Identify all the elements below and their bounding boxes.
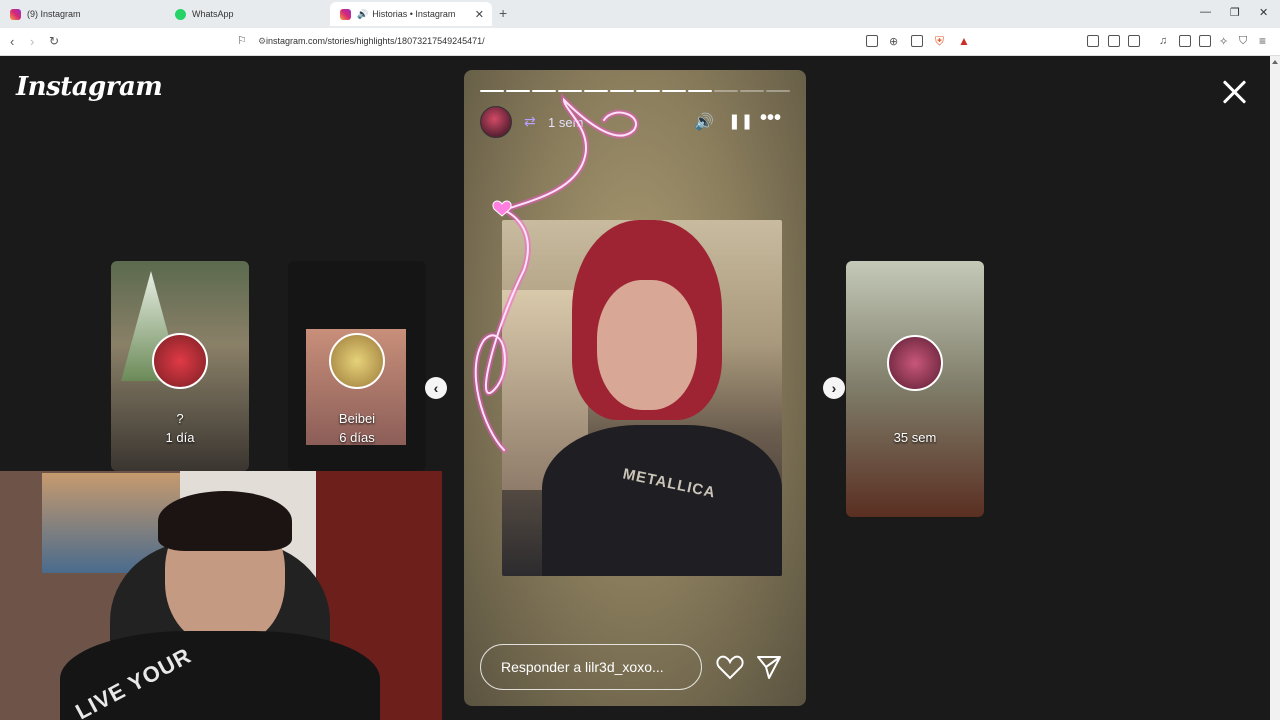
- screenshot-icon[interactable]: [866, 35, 878, 47]
- previous-story-button[interactable]: ‹: [425, 377, 447, 399]
- story-preview-card[interactable]: 35 sem: [846, 261, 984, 517]
- story-avatar: [329, 333, 385, 389]
- story-preview-card[interactable]: ? 1 día: [111, 261, 249, 471]
- extension-icon[interactable]: [1087, 35, 1099, 47]
- leo-ai-icon[interactable]: ✧: [1219, 35, 1228, 48]
- story-avatar: [887, 335, 943, 391]
- like-heart-icon[interactable]: [716, 654, 744, 680]
- brave-rewards-icon[interactable]: ▲: [958, 34, 970, 48]
- back-icon[interactable]: ‹: [10, 34, 14, 49]
- story-time: 1 día: [165, 430, 195, 445]
- story-preview-card[interactable]: Beibei 6 días: [288, 261, 426, 471]
- instagram-favicon-icon: [10, 8, 21, 20]
- close-tab-icon[interactable]: ✕: [475, 8, 484, 21]
- puzzle-icon[interactable]: [1108, 35, 1120, 47]
- instagram-logo[interactable]: Instagram: [16, 72, 163, 102]
- story-time: 35 sem: [893, 430, 937, 445]
- story-title: ?: [176, 411, 184, 426]
- tab-title: Historias • Instagram: [372, 9, 456, 19]
- speaker-icon[interactable]: 🔊: [357, 9, 368, 20]
- webcam-overlay: LIVE YOUR: [0, 471, 442, 720]
- neon-doodle-icon: [472, 92, 639, 453]
- story-viewer[interactable]: ⇄ 1 sem 🔊 ❚❚ ••• METALLICA Responder a l…: [464, 70, 806, 706]
- share-icon[interactable]: [911, 35, 923, 47]
- reload-icon[interactable]: ↻: [49, 34, 59, 48]
- music-icon[interactable]: ♫: [1159, 35, 1167, 47]
- sidebar-icon[interactable]: [1179, 35, 1191, 47]
- tab-whatsapp[interactable]: WhatsApp: [165, 2, 330, 26]
- tab-historias[interactable]: 🔊 Historias • Instagram ✕: [330, 2, 492, 26]
- browser-tabbar: (9) Instagram WhatsApp 🔊 Historias • Ins…: [0, 0, 1280, 28]
- stories-page: Instagram ? 1 día Beibei 6 días ‹ › 35 s…: [0, 56, 1270, 720]
- story-title: Beibei: [338, 411, 376, 426]
- close-window-icon[interactable]: ✕: [1259, 6, 1268, 19]
- whatsapp-favicon-icon: [175, 8, 186, 20]
- menu-icon[interactable]: ≡: [1259, 34, 1266, 48]
- tab-instagram[interactable]: (9) Instagram: [0, 2, 165, 26]
- forward-icon[interactable]: ›: [30, 34, 34, 49]
- reader-icon[interactable]: [1128, 35, 1140, 47]
- instagram-favicon-icon: [340, 8, 351, 20]
- address-bar[interactable]: ⚙ instagram.com/stories/highlights/18073…: [258, 36, 485, 46]
- vpn-icon[interactable]: ⛉: [1239, 35, 1247, 48]
- story-avatar: [152, 333, 208, 389]
- send-icon[interactable]: [756, 654, 782, 680]
- next-story-button[interactable]: ›: [823, 377, 845, 399]
- browser-toolbar: ‹ › ↻ ⚐ ⚙ instagram.com/stories/highligh…: [0, 28, 1280, 56]
- reply-input[interactable]: Responder a lilr3d_xoxo...: [480, 644, 702, 690]
- story-time: 6 días: [339, 430, 375, 445]
- close-stories-button[interactable]: [1220, 78, 1248, 106]
- tab-title: WhatsApp: [192, 9, 234, 19]
- wallet-icon[interactable]: [1199, 35, 1211, 47]
- tab-title: (9) Instagram: [27, 9, 81, 19]
- zoom-icon[interactable]: ⊕: [889, 35, 898, 48]
- brave-shield-icon[interactable]: ⛨: [935, 34, 944, 49]
- page-scrollbar[interactable]: [1270, 56, 1280, 720]
- restore-icon[interactable]: ❐: [1230, 6, 1240, 19]
- url-text: instagram.com/stories/highlights/1807321…: [266, 36, 485, 46]
- minimize-icon[interactable]: —: [1200, 6, 1211, 18]
- new-tab-button[interactable]: +: [499, 5, 507, 21]
- bookmark-icon[interactable]: ⚐: [237, 34, 247, 47]
- site-info-icon[interactable]: ⚙: [258, 36, 266, 47]
- person-hair-image: [158, 491, 292, 551]
